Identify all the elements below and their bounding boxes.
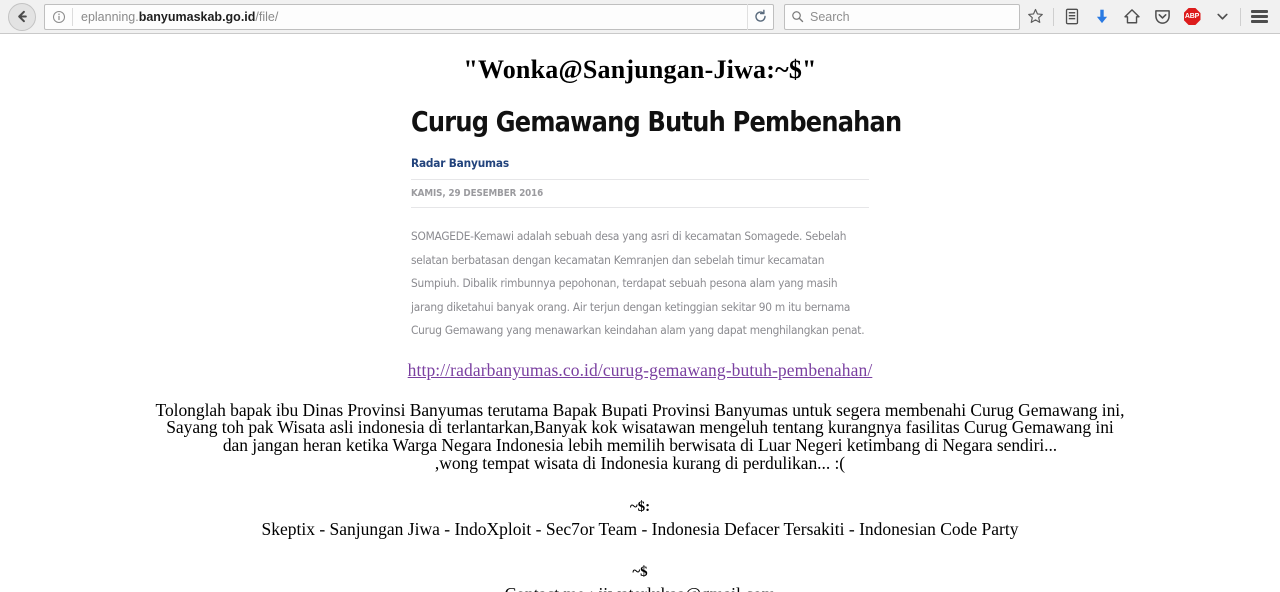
hamburger-menu-icon[interactable] — [1244, 2, 1274, 32]
adblock-plus-icon[interactable]: ABP — [1177, 2, 1207, 32]
url-suffix: /file/ — [255, 9, 279, 24]
contact-prompt: ~$ — [632, 564, 648, 581]
abp-badge-label: ABP — [1183, 8, 1201, 25]
search-input[interactable]: Search — [810, 10, 850, 24]
pocket-icon[interactable] — [1147, 2, 1177, 32]
article-source: Radar Banyumas — [411, 156, 509, 171]
reload-icon — [755, 9, 766, 22]
chevron-down-icon[interactable] — [1207, 2, 1237, 32]
signature-crew: Skeptix - Sanjungan Jiwa - IndoXploit - … — [261, 518, 1019, 539]
contact-line: Contact me : jiwaterlukaa@gmail.com — [0, 585, 1280, 592]
url-text[interactable]: eplanning.banyumaskab.go.id/file/ — [73, 10, 747, 24]
manifesto-line-4: ,wong tempat wisata di Indonesia kurang … — [434, 452, 846, 473]
library-icon[interactable] — [1057, 2, 1087, 32]
search-bar[interactable]: Search — [784, 3, 1020, 30]
bookmark-star-icon[interactable] — [1020, 2, 1050, 32]
contact-block: ~$ Contact me : jiwaterlukaa@gmail.com — [0, 564, 1280, 592]
downloads-icon[interactable] — [1087, 2, 1117, 32]
url-bar[interactable]: eplanning.banyumaskab.go.id/file/ — [44, 3, 774, 30]
url-prefix: eplanning. — [81, 9, 139, 24]
signature-prompt: ~$: — [629, 499, 651, 516]
reload-button[interactable] — [747, 3, 773, 30]
page-content: "Wonka@Sanjungan-Jiwa:~$" Curug Gemawang… — [0, 34, 1280, 592]
article-headline: Curug Gemawang Butuh Pembenahan — [411, 105, 902, 138]
toolbar-separator-2 — [1240, 7, 1241, 26]
search-icon — [792, 11, 804, 23]
browser-toolbar: eplanning.banyumaskab.go.id/file/ Search — [0, 0, 1280, 34]
page-title: "Wonka@Sanjungan-Jiwa:~$" — [463, 55, 817, 84]
divider-bottom — [411, 207, 869, 209]
article-block: Curug Gemawang Butuh Pembenahan Radar Ba… — [411, 105, 902, 343]
info-circle-icon — [52, 10, 66, 23]
toolbar-separator — [1053, 7, 1054, 26]
back-button[interactable] — [8, 2, 36, 31]
signature-block: ~$: Skeptix - Sanjungan Jiwa - IndoXploi… — [0, 499, 1280, 538]
article-body: SOMAGEDE-Kemawi adalah sebuah desa yang … — [411, 229, 865, 338]
site-identity-box[interactable] — [45, 7, 73, 26]
manifesto-text: Tolonglah bapak ibu Dinas Provinsi Banyu… — [0, 401, 1280, 473]
source-link[interactable]: http://radarbanyumas.co.id/curug-gemawan… — [0, 360, 1280, 381]
article-date: KAMIS, 29 DESEMBER 2016 — [411, 188, 544, 200]
url-host: banyumaskab.go.id — [138, 9, 256, 24]
home-icon[interactable] — [1117, 2, 1147, 32]
